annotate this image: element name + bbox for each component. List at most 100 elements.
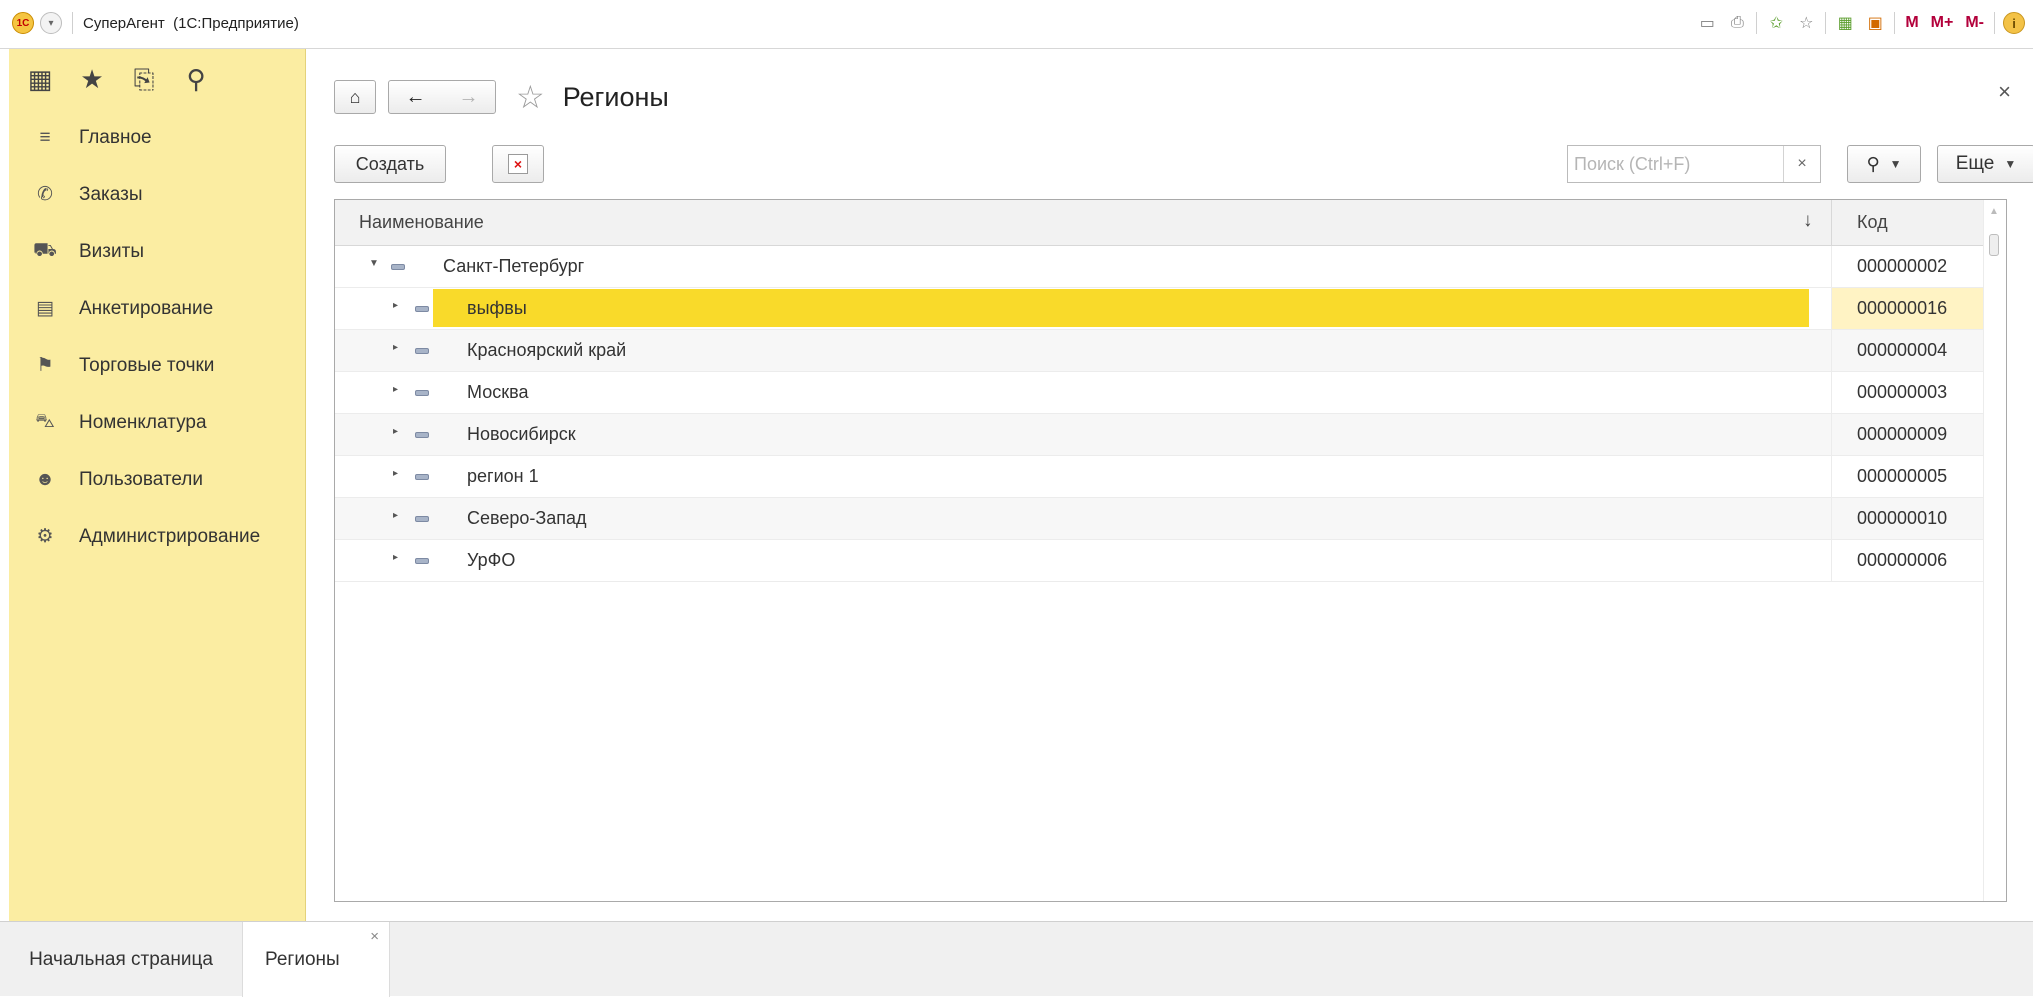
sidebar-item-main[interactable]: ≡ Главное	[9, 109, 305, 166]
column-divider[interactable]	[1831, 200, 1832, 246]
expand-arrow-icon[interactable]: ▸	[393, 384, 398, 395]
form-area: ⌂ ← → ☆ Регионы × Создать × × ⚲▼ Еще▼ На…	[306, 49, 2033, 921]
chevron-down-icon: ▼	[1889, 157, 1902, 171]
sidebar-item-label: Номенклатура	[79, 411, 207, 433]
add-favorite-icon[interactable]: ✩	[1765, 11, 1787, 35]
flag-icon: ⚑	[36, 355, 54, 376]
expand-arrow-icon[interactable]: ▸	[393, 468, 398, 479]
region-name: Новосибирск	[467, 424, 576, 444]
expand-arrow-icon[interactable]: ▸	[393, 552, 398, 563]
main-menu-chevron-icon[interactable]: ▾	[40, 12, 62, 34]
region-name: регион 1	[467, 466, 539, 486]
search-input[interactable]	[1572, 148, 1776, 180]
tab-regions[interactable]: Регионы ×	[242, 922, 390, 997]
table-row[interactable]: ▸ Северо-Запад 000000010	[335, 498, 1983, 540]
search-options-button[interactable]: ⚲ ▼	[1847, 145, 1921, 183]
sidebar-item-users[interactable]: ☻ Пользователи	[9, 451, 305, 508]
favorite-star-icon[interactable]: ☆	[516, 80, 545, 114]
sidebar-item-administration[interactable]: ⚙ Администрирование	[9, 508, 305, 565]
group-folder-icon	[415, 390, 429, 396]
table-row[interactable]: ▼ Санкт-Петербург 000000002	[335, 246, 1983, 288]
sidebar-item-orders[interactable]: ✆ Заказы	[9, 166, 305, 223]
delete-mark-button[interactable]: ×	[492, 145, 544, 183]
group-folder-icon	[415, 348, 429, 354]
memory-m-button[interactable]: M	[1903, 14, 1920, 32]
code-cell: 000000002	[1831, 246, 1983, 287]
history-icon[interactable]: ⎘	[129, 64, 159, 94]
scroll-up-icon[interactable]: ▲	[1989, 206, 1999, 217]
more-button[interactable]: Еще ▼	[1937, 145, 2033, 183]
table-row[interactable]: ▸ Новосибирск 000000009	[335, 414, 1983, 456]
apps-grid-icon[interactable]: ▦	[25, 64, 55, 94]
history-nav-group: ← →	[388, 80, 496, 114]
info-icon[interactable]: i	[2003, 12, 2025, 34]
open-windows-bar: Начальная страница Регионы ×	[0, 921, 2033, 997]
sidebar-item-surveys[interactable]: ▤ Анкетирование	[9, 280, 305, 337]
column-header-name[interactable]: Наименование	[359, 212, 484, 233]
calculator-icon[interactable]: ▦	[1834, 11, 1856, 35]
table-row[interactable]: ▸ УрФО 000000006	[335, 540, 1983, 582]
toolbar-divider	[1825, 12, 1827, 34]
print-icon[interactable]: ⎙	[1726, 11, 1748, 35]
tab-home-page[interactable]: Начальная страница	[0, 922, 242, 997]
region-name: УрФО	[467, 550, 516, 570]
window-titlebar: 1С ▾ СуперАгент (1С:Предприятие) ▭ ⎙ ✩ ☆…	[0, 0, 2033, 49]
calendar-icon[interactable]: ▣	[1864, 11, 1886, 35]
clear-search-icon[interactable]: ×	[1783, 146, 1820, 182]
app-logo-icon[interactable]: 1С	[12, 12, 34, 34]
regions-table[interactable]: Наименование ↓ Код ▼ Санкт-Петербург 000…	[334, 199, 2007, 902]
favorites-star-icon[interactable]: ★	[77, 64, 107, 94]
titlebar-tools: ▭ ⎙ ✩ ☆ ▦ ▣ M M+ M- i	[1696, 11, 2025, 35]
magnifier-icon: ⚲	[1866, 153, 1880, 174]
clipboard-icon: ▤	[36, 298, 54, 319]
sidebar-item-outlets[interactable]: ⚑ Торговые точки	[9, 337, 305, 394]
toolbar-divider	[1994, 12, 1995, 34]
region-code: 000000002	[1857, 256, 1948, 276]
back-arrow-icon[interactable]: ←	[389, 81, 442, 113]
create-button[interactable]: Создать	[334, 145, 446, 183]
region-name: Москва	[467, 382, 529, 402]
memory-m-plus-button[interactable]: M+	[1929, 14, 1956, 32]
sidebar-item-label: Главное	[79, 126, 152, 148]
close-tab-icon[interactable]: ×	[370, 928, 379, 945]
home-button[interactable]: ⌂	[334, 80, 376, 114]
column-header-code[interactable]: Код	[1857, 212, 1888, 233]
group-folder-icon	[415, 432, 429, 438]
region-code: 000000004	[1857, 340, 1948, 360]
expand-arrow-icon[interactable]: ▸	[393, 300, 398, 311]
code-cell: 000000004	[1831, 330, 1983, 371]
search-field: ×	[1567, 145, 1821, 183]
close-form-icon[interactable]: ×	[1998, 79, 2011, 105]
region-code: 000000005	[1857, 466, 1948, 486]
toolbar-divider	[1756, 12, 1758, 34]
expand-arrow-icon[interactable]: ▸	[393, 342, 398, 353]
forward-arrow-icon[interactable]: →	[442, 81, 495, 113]
code-cell: 000000006	[1831, 540, 1983, 581]
save-icon[interactable]: ▭	[1696, 11, 1718, 35]
table-row[interactable]: ▸ выфвы 000000016	[335, 288, 1983, 330]
users-icon: ☻	[35, 468, 55, 490]
command-bar: Создать × × ⚲▼ Еще▼	[334, 145, 2033, 185]
search-icon[interactable]: ⚲	[181, 64, 211, 94]
scroll-thumb[interactable]	[1989, 234, 1999, 256]
table-row[interactable]: ▸ Красноярский край 000000004	[335, 330, 1983, 372]
sidebar-item-visits[interactable]: ⛟ Визиты	[9, 223, 305, 280]
expand-arrow-icon[interactable]: ▸	[393, 510, 398, 521]
memory-m-minus-button[interactable]: M-	[1963, 14, 1986, 32]
table-row[interactable]: ▸ регион 1 000000005	[335, 456, 1983, 498]
more-button-label: Еще	[1955, 153, 1995, 174]
collapse-arrow-icon[interactable]: ▼	[369, 258, 379, 269]
car-icon: ⛟	[33, 239, 57, 261]
form-navigation: ⌂ ← → ☆ Регионы	[334, 77, 669, 117]
code-cell: 000000010	[1831, 498, 1983, 539]
table-row[interactable]: ▸ Москва 000000003	[335, 372, 1983, 414]
section-panel: ▦ ★ ⎘ ⚲ ≡ Главное ✆ Заказы ⛟ Визиты ▤ Ан…	[9, 49, 306, 921]
sidebar-item-label: Пользователи	[79, 468, 204, 490]
expand-arrow-icon[interactable]: ▸	[393, 426, 398, 437]
group-folder-icon	[415, 558, 429, 564]
sidebar-item-label: Визиты	[79, 240, 144, 262]
sidebar-item-products[interactable]: ⛍ Номенклатура	[9, 394, 305, 451]
favorites-list-icon[interactable]: ☆	[1795, 11, 1817, 35]
table-scrollbar[interactable]: ▲	[1983, 200, 2006, 901]
chevron-down-icon: ▼	[2004, 157, 2017, 171]
